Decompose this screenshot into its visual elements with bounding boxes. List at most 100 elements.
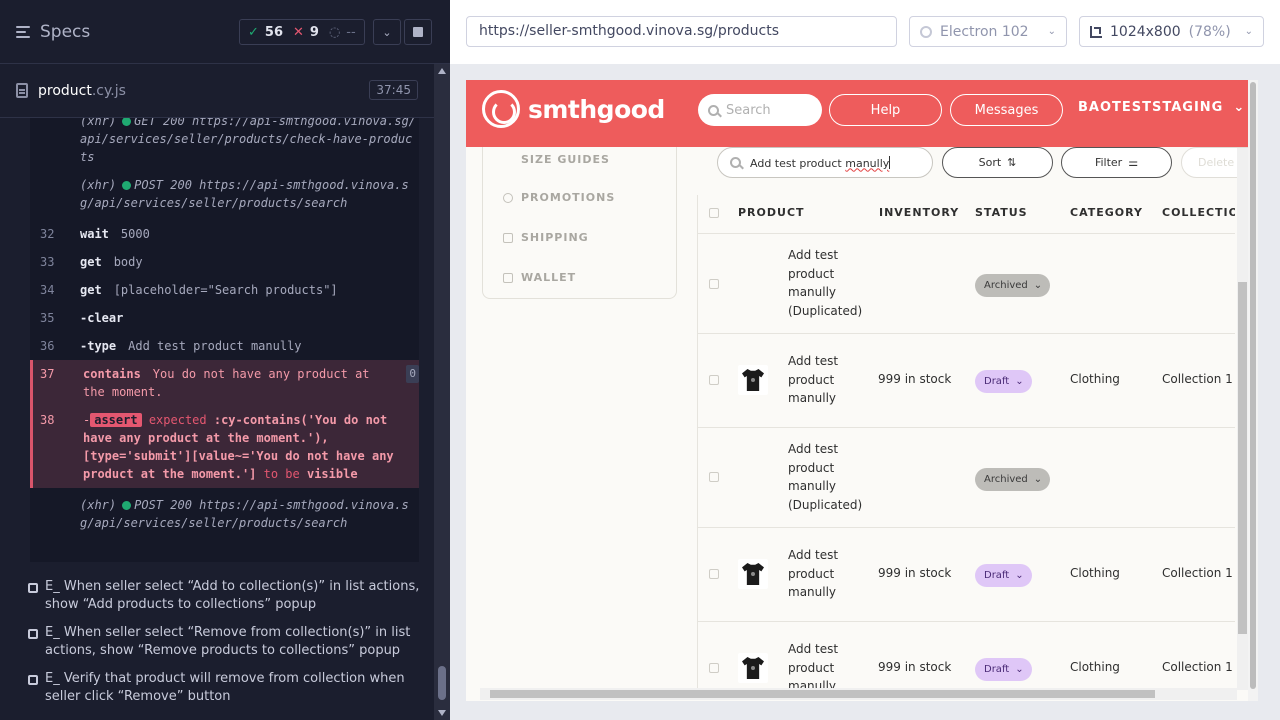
promotions-icon [503,192,513,203]
collection: Collection 1 [1162,372,1233,386]
log-xhr-entry[interactable]: (xhr) POST 200 https://api-smthgood.vinov… [30,488,419,540]
log-xhr-entry[interactable]: (xhr) GET 200 https://api-smthgood.vinova… [30,118,419,174]
nav-shipping[interactable]: SHIPPING [503,231,589,244]
scroll-thumb[interactable] [1250,82,1256,689]
table-vertical-scrollbar[interactable] [1237,148,1248,690]
status-dropdown[interactable]: Archived ⌄ [975,274,1051,297]
spec-file-ext: .cy.js [91,82,126,99]
row-checkbox[interactable] [709,569,719,579]
viewport-icon [1090,25,1102,38]
match-count-badge: 0 [406,365,419,383]
status-dropdown[interactable]: Draft ⌄ [975,564,1032,587]
product-name[interactable]: Add test product manully (Duplicated) [788,440,868,514]
product-search-input[interactable]: Add test product manully [717,147,933,178]
row-checkbox[interactable] [709,375,719,385]
brand-logo[interactable]: smthgood [482,90,665,128]
log-command-failed[interactable]: 37 contains You do not have any product a… [30,360,419,406]
filter-sliders-icon: ⚌ [1128,156,1139,169]
row-checkbox[interactable] [709,472,719,482]
log-command[interactable]: 35 -clear [30,304,419,332]
table-horizontal-scrollbar[interactable] [480,688,1237,700]
product-name[interactable]: Add test product manully (Duplicated) [788,246,868,320]
test-item[interactable]: E_ Verify that product will remove from … [28,670,423,706]
status-dropdown[interactable]: Draft ⌄ [975,658,1032,681]
sort-button[interactable]: Sort ⇅ [942,147,1053,178]
col-category[interactable]: CATEGORY [1070,206,1143,219]
pending-count: -- [346,24,356,40]
store-menu[interactable]: BAOTESTSTAGING ⌄ [1078,100,1245,115]
row-checkbox[interactable] [709,279,719,289]
category: Clothing [1070,566,1120,580]
table-row[interactable]: Add test product manully 999 in stock Dr… [698,527,1235,621]
tshirt-icon [742,657,764,679]
product-name[interactable]: Add test product manully [788,352,868,408]
collapse-button[interactable]: ⌄ [373,19,401,45]
passed-count: 56 [264,24,283,40]
scroll-thumb[interactable] [1238,282,1247,634]
aut-page-scrollbar[interactable] [1248,80,1258,701]
product-name[interactable]: Add test product manully [788,640,868,689]
status-dropdown[interactable]: Archived ⌄ [975,468,1051,491]
filter-button[interactable]: Filter ⚌ [1061,147,1172,178]
select-all-checkbox[interactable] [709,208,719,218]
url-field[interactable]: https://seller-smthgood.vinova.sg/produc… [466,16,897,47]
col-inventory[interactable]: INVENTORY [879,206,959,219]
row-checkbox[interactable] [709,663,719,673]
test-checkbox-icon [28,675,38,685]
log-assert-failed[interactable]: 38 - assert expected :cy-contains('You do… [30,406,419,488]
messages-button[interactable]: Messages [950,94,1063,126]
status-dropdown[interactable]: Draft ⌄ [975,370,1032,393]
log-command[interactable]: 36 -type Add test product manully [30,332,419,360]
specs-toggle[interactable]: Specs [16,22,90,42]
log-command[interactable]: 34 get [placeholder="Search products"] [30,276,419,304]
product-thumbnail[interactable] [738,559,768,589]
help-button[interactable]: Help [829,94,942,126]
status-dot-icon [122,501,132,510]
test-item[interactable]: E_ When seller select “Add to collection… [28,578,423,614]
chevron-down-icon: ⌄ [1033,474,1043,485]
site-search-input[interactable]: Search [698,94,822,126]
col-status[interactable]: STATUS [975,206,1028,219]
nav-wallet[interactable]: WALLET [503,271,576,284]
stop-button[interactable] [404,19,432,45]
test-item[interactable]: E_ When seller select “Remove from colle… [28,624,423,660]
menu-lines-icon [16,25,30,38]
browser-selector[interactable]: Electron 102 ⌄ [909,16,1067,47]
col-collection[interactable]: COLLECTION [1162,206,1235,219]
scroll-down-icon[interactable] [438,710,446,716]
log-xhr-entry[interactable]: (xhr) POST 200 https://api-smthgood.vinov… [30,174,419,220]
reporter-scrollbar[interactable] [434,64,450,720]
browser-label: Electron 102 [940,23,1029,40]
status-dot-icon [122,118,132,126]
check-icon: ✓ [248,24,259,40]
scroll-up-icon[interactable] [438,68,446,74]
spec-file-row[interactable]: product .cy.js 37:45 [0,64,434,118]
sort-arrows-icon: ⇅ [1007,156,1017,169]
viewport-selector[interactable]: 1024x800 (78%) ⌄ [1079,16,1264,47]
product-name[interactable]: Add test product manully [788,546,868,602]
viewport-scale: (78%) [1188,23,1231,40]
app-under-test: SIZE GUIDES PROMOTIONS SHIPPING WALLET A… [466,80,1248,701]
scroll-thumb[interactable] [490,690,1155,698]
nav-promotions[interactable]: PROMOTIONS [503,191,615,204]
table-row[interactable]: Add test product manully 999 in stock Dr… [698,621,1235,689]
tshirt-icon [742,563,764,585]
log-command[interactable]: 33 get body [30,248,419,276]
status-dot-icon [122,181,132,190]
product-thumbnail[interactable] [738,653,768,683]
wallet-icon [503,272,513,283]
test-checkbox-icon [28,629,38,639]
table-row[interactable]: Add test product manully (Duplicated) Ar… [698,233,1235,333]
log-command[interactable]: 32 wait 5000 [30,220,419,248]
nav-size-guides[interactable]: SIZE GUIDES [521,153,610,166]
table-row[interactable]: Add test product manully 999 in stock Dr… [698,333,1235,427]
product-thumbnail[interactable] [738,365,768,395]
table-row[interactable]: Add test product manully (Duplicated) Ar… [698,427,1235,527]
chevron-down-icon: ⌄ [1015,570,1024,581]
chevron-down-icon: ⌄ [382,25,392,39]
site-header: smthgood Search Help Messages BAOTESTSTA… [466,80,1248,147]
chevron-down-icon: ⌄ [1047,26,1056,37]
test-list: E_ When seller select “Add to collection… [28,578,423,716]
scroll-thumb[interactable] [438,666,446,700]
col-product[interactable]: PRODUCT [738,206,805,219]
